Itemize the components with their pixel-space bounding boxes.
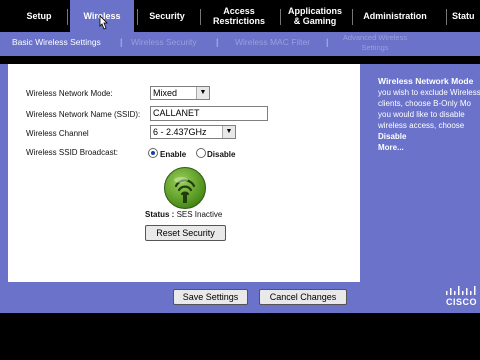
subnav-separator: | [326, 37, 329, 47]
channel-select[interactable]: 6 - 2.437GHz ▼ [150, 125, 236, 139]
cancel-changes-button[interactable]: Cancel Changes [259, 289, 347, 305]
channel-value: 6 - 2.437GHz [153, 127, 207, 137]
wifi-icon [174, 177, 196, 203]
ssid-input[interactable]: CALLANET [150, 106, 268, 121]
subnav-separator: | [120, 37, 123, 47]
broadcast-enable-radio[interactable] [148, 148, 158, 158]
tab-separator [352, 9, 353, 25]
broadcast-disable-radio[interactable] [196, 148, 206, 158]
tab-administration[interactable]: Administration [356, 0, 434, 32]
help-line: wireless access, choose [378, 121, 465, 130]
sub-navigation: Basic Wireless Settings | Wireless Secur… [0, 32, 480, 56]
network-mode-select[interactable]: Mixed ▼ [150, 86, 210, 100]
tab-separator [137, 9, 138, 25]
mouse-cursor-icon [99, 15, 108, 30]
cisco-logo-text: CISCO [446, 297, 478, 307]
network-mode-label: Wireless Network Mode: [26, 89, 113, 98]
subnav-separator: | [216, 37, 219, 47]
header-divider [0, 56, 480, 64]
broadcast-enable-label: Enable [160, 150, 187, 159]
footer-area [0, 313, 480, 360]
tab-applications-gaming[interactable]: Applications & Gaming [282, 0, 348, 32]
ses-status-label: Status : [145, 210, 175, 219]
tab-access-restrictions[interactable]: Access Restrictions [204, 0, 274, 32]
reset-security-button[interactable]: Reset Security [145, 225, 226, 241]
subtab-wireless-security[interactable]: Wireless Security [131, 37, 197, 47]
help-line: you wish to exclude Wireless [378, 88, 480, 97]
tab-separator [446, 9, 447, 25]
subtab-basic-wireless-settings[interactable]: Basic Wireless Settings [12, 37, 101, 47]
tab-separator [200, 9, 201, 25]
left-strip [0, 64, 8, 282]
broadcast-disable-label: Disable [207, 150, 236, 159]
tab-separator [280, 9, 281, 25]
main-content: Wireless Network Mode: Mixed ▼ Wireless … [8, 64, 360, 282]
cisco-logo: CISCO [444, 286, 480, 310]
ssid-broadcast-label: Wireless SSID Broadcast: [26, 148, 119, 157]
help-line: clients, choose B-Only Mo [378, 99, 471, 108]
tab-setup-label: Setup [26, 11, 52, 21]
help-disable-text: Disable [378, 132, 407, 141]
help-panel: Wireless Network Mode you wish to exclud… [360, 64, 480, 282]
chevron-down-icon: ▼ [222, 126, 235, 138]
router-admin-page: Setup Wireless Security Access Restrictio… [0, 0, 480, 360]
help-line: you would like to disable [378, 110, 465, 119]
tab-security-label: Security [149, 11, 185, 21]
help-title: Wireless Network Mode [378, 76, 474, 86]
ssid-label: Wireless Network Name (SSID): [26, 110, 141, 119]
action-bar: Save Settings Cancel Changes [8, 282, 480, 313]
ses-status: Status : SES Inactive [145, 210, 222, 219]
save-settings-button[interactable]: Save Settings [173, 289, 248, 305]
top-navigation: Setup Wireless Security Access Restrictio… [0, 0, 480, 32]
tab-access-restrictions-label: Access Restrictions [212, 6, 265, 26]
ssid-value: CALLANET [153, 108, 200, 118]
tab-status[interactable]: Statu [452, 0, 480, 32]
chevron-down-icon: ▼ [196, 87, 209, 99]
bottom-left-strip [0, 282, 8, 313]
network-mode-value: Mixed [153, 88, 178, 98]
tab-security[interactable]: Security [140, 0, 194, 32]
tab-status-label: Statu [452, 11, 475, 21]
tab-administration-label: Administration [363, 11, 427, 21]
subtab-advanced-wireless-settings[interactable]: Advanced Wireless Settings [338, 33, 412, 53]
ses-button[interactable] [164, 167, 206, 209]
tab-separator [67, 9, 68, 25]
cisco-bars-icon [446, 286, 476, 295]
tab-applications-gaming-label: Applications & Gaming [287, 6, 342, 26]
subtab-wireless-mac-filter[interactable]: Wireless MAC Filter [235, 37, 310, 47]
channel-label: Wireless Channel [26, 129, 89, 138]
ses-status-value: SES Inactive [176, 210, 223, 219]
tab-setup[interactable]: Setup [14, 0, 64, 32]
help-more-link[interactable]: More... [378, 143, 404, 152]
